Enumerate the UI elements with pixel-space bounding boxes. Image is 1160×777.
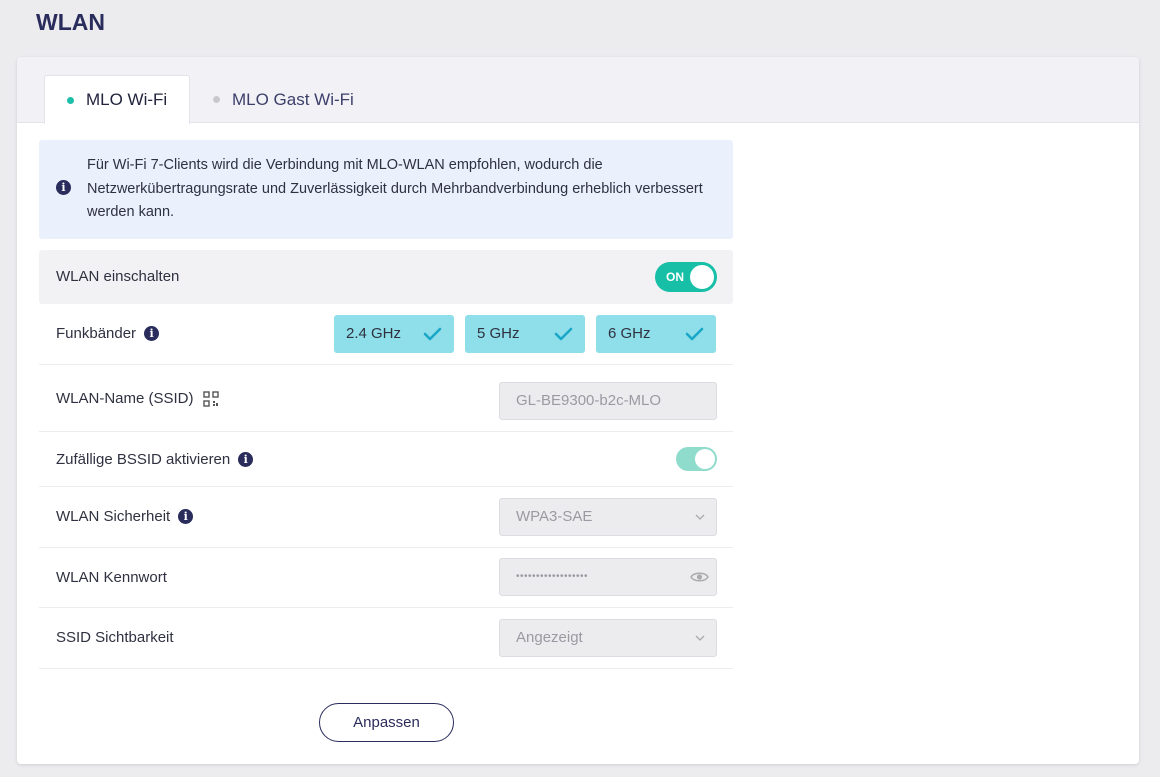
- security-value: WPA3-SAE: [516, 508, 593, 525]
- chevron-down-icon: [695, 514, 705, 520]
- security-select[interactable]: WPA3-SAE: [499, 498, 717, 536]
- band-label: 2.4 GHz: [346, 325, 402, 342]
- chevron-down-icon: [695, 635, 705, 641]
- apply-button[interactable]: Anpassen: [319, 703, 454, 742]
- security-label: WLAN Sicherheit: [56, 508, 171, 525]
- wlan-settings-card: MLO Wi-Fi MLO Gast Wi-Fi i Für Wi-Fi 7-C…: [17, 57, 1139, 764]
- info-text: Für Wi-Fi 7-Clients wird die Verbindung …: [87, 157, 703, 220]
- band-label: 6 GHz: [608, 325, 651, 342]
- info-icon[interactable]: i: [238, 452, 254, 467]
- visibility-value: Angezeigt: [516, 629, 583, 646]
- ssid-input[interactable]: GL-BE9300-b2c-MLO: [499, 382, 717, 420]
- tab-label: MLO Gast Wi-Fi: [232, 89, 354, 109]
- security-row: WLAN Sicherheit i WPA3-SAE: [39, 487, 733, 548]
- random-bssid-row: Zufällige BSSID aktivieren i: [39, 432, 733, 487]
- tab-label: MLO Wi-Fi: [86, 90, 168, 109]
- page-title: WLAN: [36, 9, 105, 35]
- tab-mlo-guest-wifi[interactable]: MLO Gast Wi-Fi: [213, 75, 354, 124]
- visibility-row: SSID Sichtbarkeit Angezeigt: [39, 608, 733, 669]
- password-row: WLAN Kennwort ••••••••••••••••••: [39, 548, 733, 608]
- random-bssid-toggle[interactable]: [676, 447, 717, 471]
- toggle-on-text: ON: [666, 270, 684, 284]
- bands-label-wrap: Funkbänder i: [56, 325, 160, 342]
- wlan-enable-row: WLAN einschalten ON: [39, 250, 733, 304]
- bands-row: Funkbänder i 2.4 GHz 5 GHz 6 GHz: [39, 304, 733, 365]
- toggle-knob: [695, 449, 715, 469]
- info-icon[interactable]: i: [178, 509, 194, 524]
- check-icon: [685, 327, 704, 341]
- active-dot-icon: [67, 96, 74, 104]
- random-bssid-label: Zufällige BSSID aktivieren: [56, 451, 231, 468]
- ssid-row: WLAN-Name (SSID) GL-BE9300-b2c-MLO: [39, 365, 733, 432]
- password-label: WLAN Kennwort: [56, 569, 167, 586]
- tab-bar: MLO Wi-Fi MLO Gast Wi-Fi: [17, 57, 1139, 124]
- random-bssid-label-wrap: Zufällige BSSID aktivieren i: [56, 451, 254, 468]
- info-icon[interactable]: i: [144, 326, 160, 341]
- visibility-select[interactable]: Angezeigt: [499, 619, 717, 657]
- info-icon: i: [56, 180, 71, 195]
- info-banner: i Für Wi-Fi 7-Clients wird die Verbindun…: [39, 140, 733, 239]
- band-5ghz-checkbox[interactable]: 5 GHz: [465, 315, 585, 353]
- qr-code-icon[interactable]: [202, 390, 219, 407]
- eye-icon[interactable]: [690, 569, 709, 585]
- tab-mlo-wifi[interactable]: MLO Wi-Fi: [44, 75, 190, 124]
- ssid-label-wrap: WLAN-Name (SSID): [56, 390, 219, 407]
- security-label-wrap: WLAN Sicherheit i: [56, 508, 194, 525]
- wlan-enable-label: WLAN einschalten: [56, 268, 180, 285]
- ssid-value: GL-BE9300-b2c-MLO: [516, 392, 662, 409]
- band-6ghz-checkbox[interactable]: 6 GHz: [596, 315, 716, 353]
- password-input[interactable]: ••••••••••••••••••: [499, 558, 717, 596]
- check-icon: [554, 327, 573, 341]
- check-icon: [423, 327, 442, 341]
- inactive-dot-icon: [213, 96, 220, 103]
- wlan-enable-toggle[interactable]: ON: [655, 262, 717, 292]
- band-2-4ghz-checkbox[interactable]: 2.4 GHz: [334, 315, 454, 353]
- visibility-label: SSID Sichtbarkeit: [56, 629, 174, 646]
- toggle-knob: [690, 265, 714, 289]
- band-label: 5 GHz: [477, 325, 520, 342]
- ssid-label: WLAN-Name (SSID): [56, 390, 194, 407]
- password-value: ••••••••••••••••••: [516, 571, 589, 582]
- bands-label: Funkbänder: [56, 325, 137, 342]
